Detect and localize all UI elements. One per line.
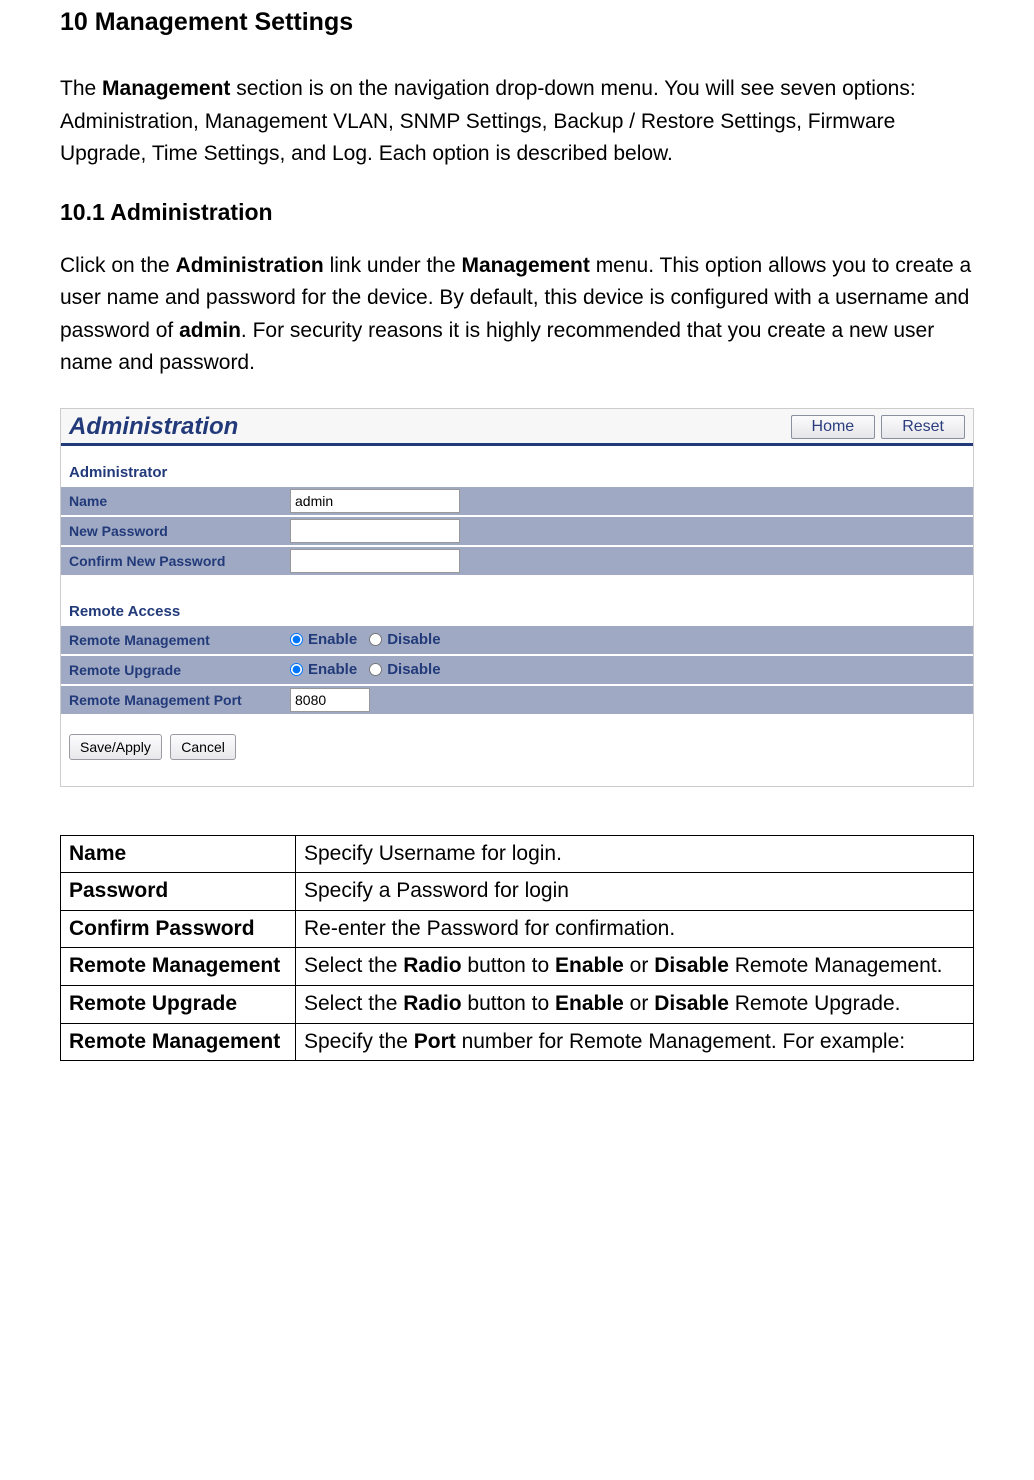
table-key: Confirm Password — [61, 910, 296, 948]
text: or — [624, 954, 654, 977]
text-bold: admin — [179, 319, 241, 342]
row-confirm-password: Confirm New Password — [61, 547, 973, 577]
text-bold: Management — [102, 77, 230, 100]
text-bold: Administration — [176, 254, 324, 277]
remote-upgrade-enable-radio[interactable] — [290, 663, 303, 676]
text: button to — [462, 954, 555, 977]
table-value: Specify the Port number for Remote Manag… — [296, 1023, 974, 1061]
text: Specify the — [304, 1030, 414, 1053]
heading-sub: 10.1 Administration — [60, 199, 974, 226]
label-remote-management: Remote Management — [61, 626, 286, 654]
remote-management-port-input[interactable] — [290, 688, 370, 712]
table-row: Remote ManagementSpecify the Port number… — [61, 1023, 974, 1061]
action-row: Save/Apply Cancel — [61, 716, 973, 768]
table-row: NameSpecify Username for login. — [61, 835, 974, 873]
table-key: Remote Management — [61, 1023, 296, 1061]
text: button to — [462, 992, 555, 1015]
table-row: Remote ManagementSelect the Radio button… — [61, 948, 974, 986]
heading-main: 10 Management Settings — [60, 8, 974, 37]
description-table: NameSpecify Username for login.PasswordS… — [60, 835, 974, 1061]
text-bold: Disable — [654, 992, 729, 1015]
remote-upgrade-disable-radio[interactable] — [369, 663, 382, 676]
admin-panel: Administration Home Reset Administrator … — [60, 408, 974, 787]
table-value: Select the Radio button to Enable or Dis… — [296, 986, 974, 1024]
label-remote-management-port: Remote Management Port — [61, 686, 286, 714]
confirm-password-input[interactable] — [290, 549, 460, 573]
text: Remote Upgrade. — [729, 992, 901, 1015]
table-value: Specify Username for login. — [296, 835, 974, 873]
name-input[interactable] — [290, 489, 460, 513]
text: Click on the — [60, 254, 176, 277]
text-bold: Port — [414, 1030, 456, 1053]
row-name: Name — [61, 487, 973, 517]
table-key: Password — [61, 873, 296, 911]
new-password-input[interactable] — [290, 519, 460, 543]
label-enable: Enable — [308, 631, 357, 648]
admin-paragraph: Click on the Administration link under t… — [60, 250, 974, 380]
cancel-button[interactable]: Cancel — [170, 734, 236, 760]
table-value: Specify a Password for login — [296, 873, 974, 911]
table-row: Remote UpgradeSelect the Radio button to… — [61, 986, 974, 1024]
text-bold: Disable — [654, 954, 729, 977]
panel-title: Administration — [69, 413, 785, 441]
home-button[interactable]: Home — [791, 415, 876, 439]
table-row: Confirm PasswordRe-enter the Password fo… — [61, 910, 974, 948]
text: number for Remote Management. For exampl… — [456, 1030, 905, 1053]
row-new-password: New Password — [61, 517, 973, 547]
label-disable: Disable — [387, 631, 440, 648]
table-key: Name — [61, 835, 296, 873]
label-name: Name — [61, 487, 286, 515]
label-new-password: New Password — [61, 517, 286, 545]
intro-paragraph: The Management section is on the navigat… — [60, 73, 974, 171]
text: The — [60, 77, 102, 100]
remote-management-disable-radio[interactable] — [369, 633, 382, 646]
panel-header: Administration Home Reset — [61, 409, 973, 446]
row-remote-management: Remote Management Enable Disable — [61, 626, 973, 656]
remote-management-enable-radio[interactable] — [290, 633, 303, 646]
text: Remote Management. — [729, 954, 943, 977]
panel-body: Administrator Name New Password Confirm … — [61, 446, 973, 786]
text-bold: Enable — [555, 992, 624, 1015]
table-value: Select the Radio button to Enable or Dis… — [296, 948, 974, 986]
table-key: Remote Management — [61, 948, 296, 986]
row-remote-management-port: Remote Management Port — [61, 686, 973, 716]
text: or — [624, 992, 654, 1015]
text-bold: Enable — [555, 954, 624, 977]
section-remote-access: Remote Access — [61, 599, 973, 626]
table-value: Re-enter the Password for confirmation. — [296, 910, 974, 948]
section-administrator: Administrator — [61, 460, 973, 487]
text-bold: Radio — [403, 954, 461, 977]
table-key: Remote Upgrade — [61, 986, 296, 1024]
label-enable: Enable — [308, 661, 357, 678]
row-remote-upgrade: Remote Upgrade Enable Disable — [61, 656, 973, 686]
save-apply-button[interactable]: Save/Apply — [69, 734, 162, 760]
text-bold: Management — [462, 254, 590, 277]
label-disable: Disable — [387, 661, 440, 678]
text: Select the — [304, 992, 403, 1015]
table-row: PasswordSpecify a Password for login — [61, 873, 974, 911]
label-remote-upgrade: Remote Upgrade — [61, 656, 286, 684]
text: link under the — [324, 254, 462, 277]
text-bold: Radio — [403, 992, 461, 1015]
label-confirm-password: Confirm New Password — [61, 547, 286, 575]
text: Select the — [304, 954, 403, 977]
reset-button[interactable]: Reset — [881, 415, 965, 439]
